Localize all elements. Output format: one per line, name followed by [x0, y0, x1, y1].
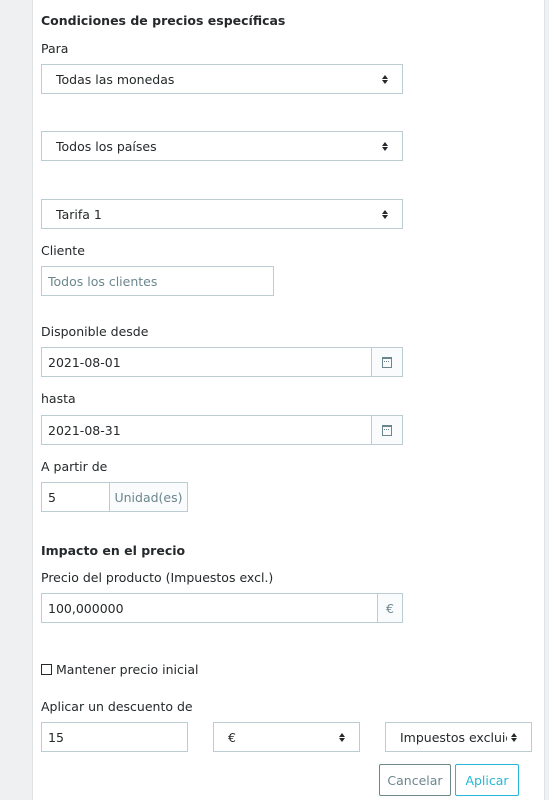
- customer-label: Cliente: [41, 243, 85, 258]
- keep-price-checkbox-row[interactable]: Mantener precio inicial: [41, 662, 199, 677]
- to-date-label: hasta: [41, 391, 76, 406]
- cancel-button[interactable]: Cancelar: [379, 764, 451, 796]
- country-select[interactable]: Todos los países: [41, 131, 403, 161]
- discount-tax-value: Impuestos excluidos: [400, 729, 507, 745]
- select-arrows-icon: [378, 74, 392, 84]
- section-title: Condiciones de precios específicas: [41, 13, 286, 28]
- price-label: Precio del producto (Impuestos excl.): [41, 570, 274, 585]
- discount-input[interactable]: 15: [41, 722, 188, 752]
- apply-button[interactable]: Aplicar: [455, 764, 519, 796]
- customer-input[interactable]: Todos los clientes: [41, 266, 274, 296]
- price-value: 100,000000: [48, 600, 124, 616]
- select-arrows-icon: [378, 209, 392, 219]
- currency-select-value: Todas las monedas: [56, 71, 175, 87]
- price-input[interactable]: 100,000000 €: [41, 593, 403, 623]
- select-arrows-icon: [335, 732, 349, 742]
- to-date-input[interactable]: 2021-08-31: [41, 415, 403, 445]
- keep-price-label: Mantener precio inicial: [56, 662, 199, 677]
- for-label: Para: [41, 41, 69, 56]
- from-date-input[interactable]: 2021-08-01: [41, 347, 403, 377]
- country-select-value: Todos los países: [56, 138, 157, 154]
- discount-type-select[interactable]: €: [213, 722, 360, 752]
- discount-tax-select[interactable]: Impuestos excluidos: [385, 722, 532, 752]
- from-quantity-input[interactable]: 5 Unidad(es): [41, 482, 188, 512]
- from-date-label: Disponible desde: [41, 324, 149, 339]
- discount-value: 15: [48, 729, 64, 745]
- discount-label: Aplicar un descuento de: [41, 699, 193, 714]
- price-currency-addon: €: [377, 594, 402, 622]
- to-date-value: 2021-08-31: [48, 422, 121, 438]
- from-quantity-label: A partir de: [41, 459, 108, 474]
- from-date-value: 2021-08-01: [48, 354, 121, 370]
- specific-price-panel: [32, 0, 545, 800]
- currency-select[interactable]: Todas las monedas: [41, 64, 403, 94]
- calendar-icon[interactable]: [371, 416, 402, 444]
- from-quantity-value: 5: [48, 489, 56, 505]
- calendar-icon[interactable]: [371, 348, 402, 376]
- keep-price-checkbox[interactable]: [41, 664, 52, 675]
- select-arrows-icon: [378, 141, 392, 151]
- impact-title: Impacto en el precio: [41, 543, 186, 558]
- discount-type-value: €: [228, 729, 236, 745]
- select-arrows-icon: [507, 732, 521, 742]
- customer-placeholder: Todos los clientes: [48, 273, 158, 289]
- group-select[interactable]: Tarifa 1: [41, 199, 403, 229]
- group-select-value: Tarifa 1: [56, 206, 102, 222]
- quantity-unit-addon: Unidad(es): [109, 483, 187, 511]
